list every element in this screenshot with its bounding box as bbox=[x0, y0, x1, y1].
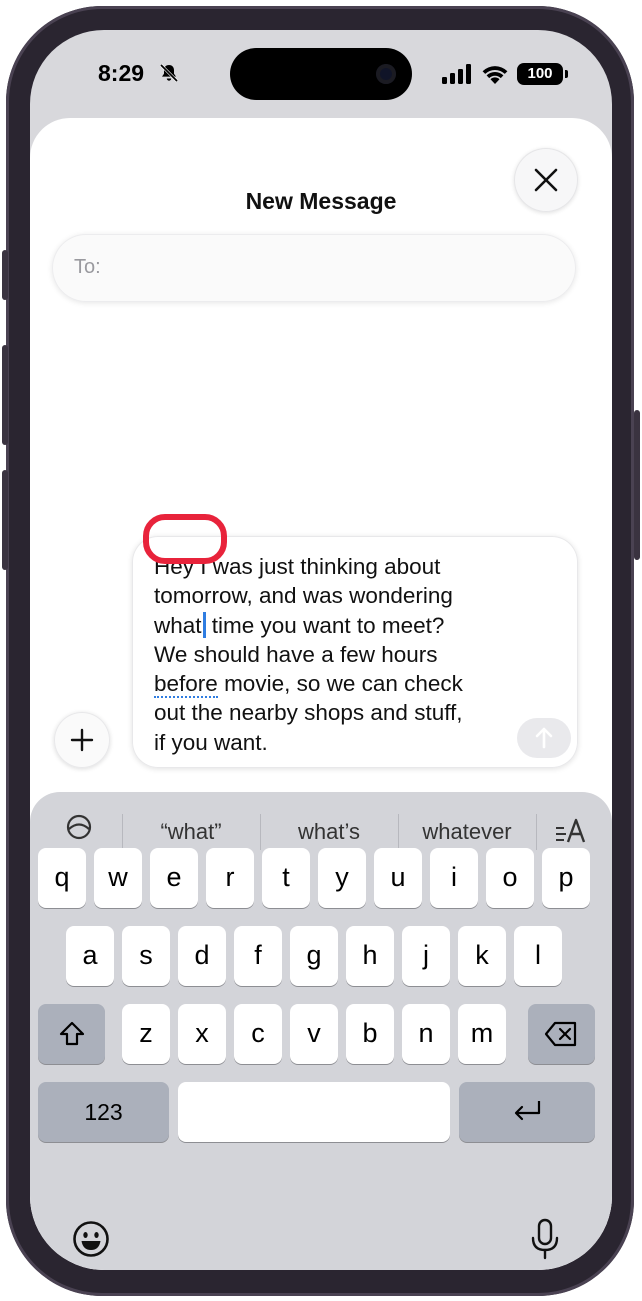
key-x[interactable]: x bbox=[178, 1004, 226, 1064]
key-h[interactable]: h bbox=[346, 926, 394, 986]
key-q[interactable]: q bbox=[38, 848, 86, 908]
shift-key[interactable] bbox=[38, 1004, 105, 1064]
return-key[interactable] bbox=[459, 1082, 595, 1142]
battery-indicator: 100 bbox=[517, 63, 568, 85]
status-time: 8:29 bbox=[98, 60, 145, 86]
send-arrow-icon bbox=[535, 727, 553, 749]
return-icon bbox=[514, 1101, 541, 1121]
key-k[interactable]: k bbox=[458, 926, 506, 986]
emoji-toggle-icon[interactable] bbox=[66, 814, 92, 840]
text-format-icon[interactable] bbox=[554, 816, 588, 846]
dynamic-island bbox=[230, 48, 412, 100]
signal-icon bbox=[442, 64, 471, 84]
to-label: To: bbox=[74, 256, 101, 278]
key-e[interactable]: e bbox=[150, 848, 198, 908]
key-r[interactable]: r bbox=[206, 848, 254, 908]
numbers-key[interactable]: 123 bbox=[38, 1082, 169, 1142]
spellcheck-word[interactable]: before bbox=[154, 671, 218, 699]
emoji-icon[interactable] bbox=[72, 1220, 110, 1258]
microphone-icon[interactable] bbox=[530, 1218, 560, 1260]
shift-icon bbox=[59, 1021, 85, 1046]
add-attachment-button[interactable] bbox=[54, 712, 110, 768]
bell-slash-icon bbox=[159, 63, 179, 83]
close-button[interactable] bbox=[514, 148, 578, 212]
key-u[interactable]: u bbox=[374, 848, 422, 908]
prediction-2[interactable]: what’s bbox=[260, 812, 398, 852]
volume-down-button bbox=[2, 470, 8, 570]
key-i[interactable]: i bbox=[430, 848, 478, 908]
key-g[interactable]: g bbox=[290, 926, 338, 986]
wifi-icon bbox=[482, 66, 508, 84]
key-n[interactable]: n bbox=[402, 1004, 450, 1064]
key-c[interactable]: c bbox=[234, 1004, 282, 1064]
key-l[interactable]: l bbox=[514, 926, 562, 986]
key-y[interactable]: y bbox=[318, 848, 366, 908]
side-button bbox=[634, 410, 640, 560]
camera-icon bbox=[376, 64, 396, 84]
message-line: if you want. bbox=[154, 729, 268, 755]
message-line: what time you want to meet? bbox=[154, 611, 445, 638]
action-button bbox=[2, 250, 8, 300]
key-z[interactable]: z bbox=[122, 1004, 170, 1064]
key-w[interactable]: w bbox=[94, 848, 142, 908]
space-key[interactable] bbox=[178, 1082, 450, 1142]
prediction-1[interactable]: “what” bbox=[122, 812, 260, 852]
key-a[interactable]: a bbox=[66, 926, 114, 986]
key-b[interactable]: b bbox=[346, 1004, 394, 1064]
key-p[interactable]: p bbox=[542, 848, 590, 908]
prediction-3[interactable]: whatever bbox=[398, 812, 536, 852]
selected-word: what bbox=[154, 612, 202, 638]
key-t[interactable]: t bbox=[262, 848, 310, 908]
message-compose-field[interactable]: Hey I was just thinking about tomorrow, … bbox=[132, 536, 578, 768]
volume-up-button bbox=[2, 345, 8, 445]
to-field[interactable]: To: bbox=[52, 234, 576, 302]
delete-icon bbox=[544, 1021, 577, 1047]
close-icon bbox=[534, 168, 558, 192]
status-bar: 8:29 100 bbox=[30, 30, 612, 116]
message-line: tomorrow, and was wondering bbox=[154, 583, 453, 609]
highlight-annotation bbox=[143, 514, 227, 564]
plus-icon bbox=[70, 728, 94, 752]
key-f[interactable]: f bbox=[234, 926, 282, 986]
screen: 8:29 100 New Message To: Hey I was just … bbox=[30, 30, 612, 1270]
key-d[interactable]: d bbox=[178, 926, 226, 986]
message-text[interactable]: Hey I was just thinking about tomorrow, … bbox=[154, 552, 534, 757]
keyboard: “what” what’s whatever qwertyuiop asdfgh… bbox=[30, 792, 612, 1270]
key-v[interactable]: v bbox=[290, 1004, 338, 1064]
key-j[interactable]: j bbox=[402, 926, 450, 986]
key-s[interactable]: s bbox=[122, 926, 170, 986]
key-m[interactable]: m bbox=[458, 1004, 506, 1064]
delete-key[interactable] bbox=[528, 1004, 595, 1064]
send-button[interactable] bbox=[517, 718, 571, 758]
prediction-divider bbox=[536, 814, 537, 850]
message-line: before movie, so we can check bbox=[154, 671, 463, 699]
key-o[interactable]: o bbox=[486, 848, 534, 908]
message-line: out the nearby shops and stuff, bbox=[154, 700, 463, 726]
message-line: We should have a few hours bbox=[154, 641, 438, 667]
